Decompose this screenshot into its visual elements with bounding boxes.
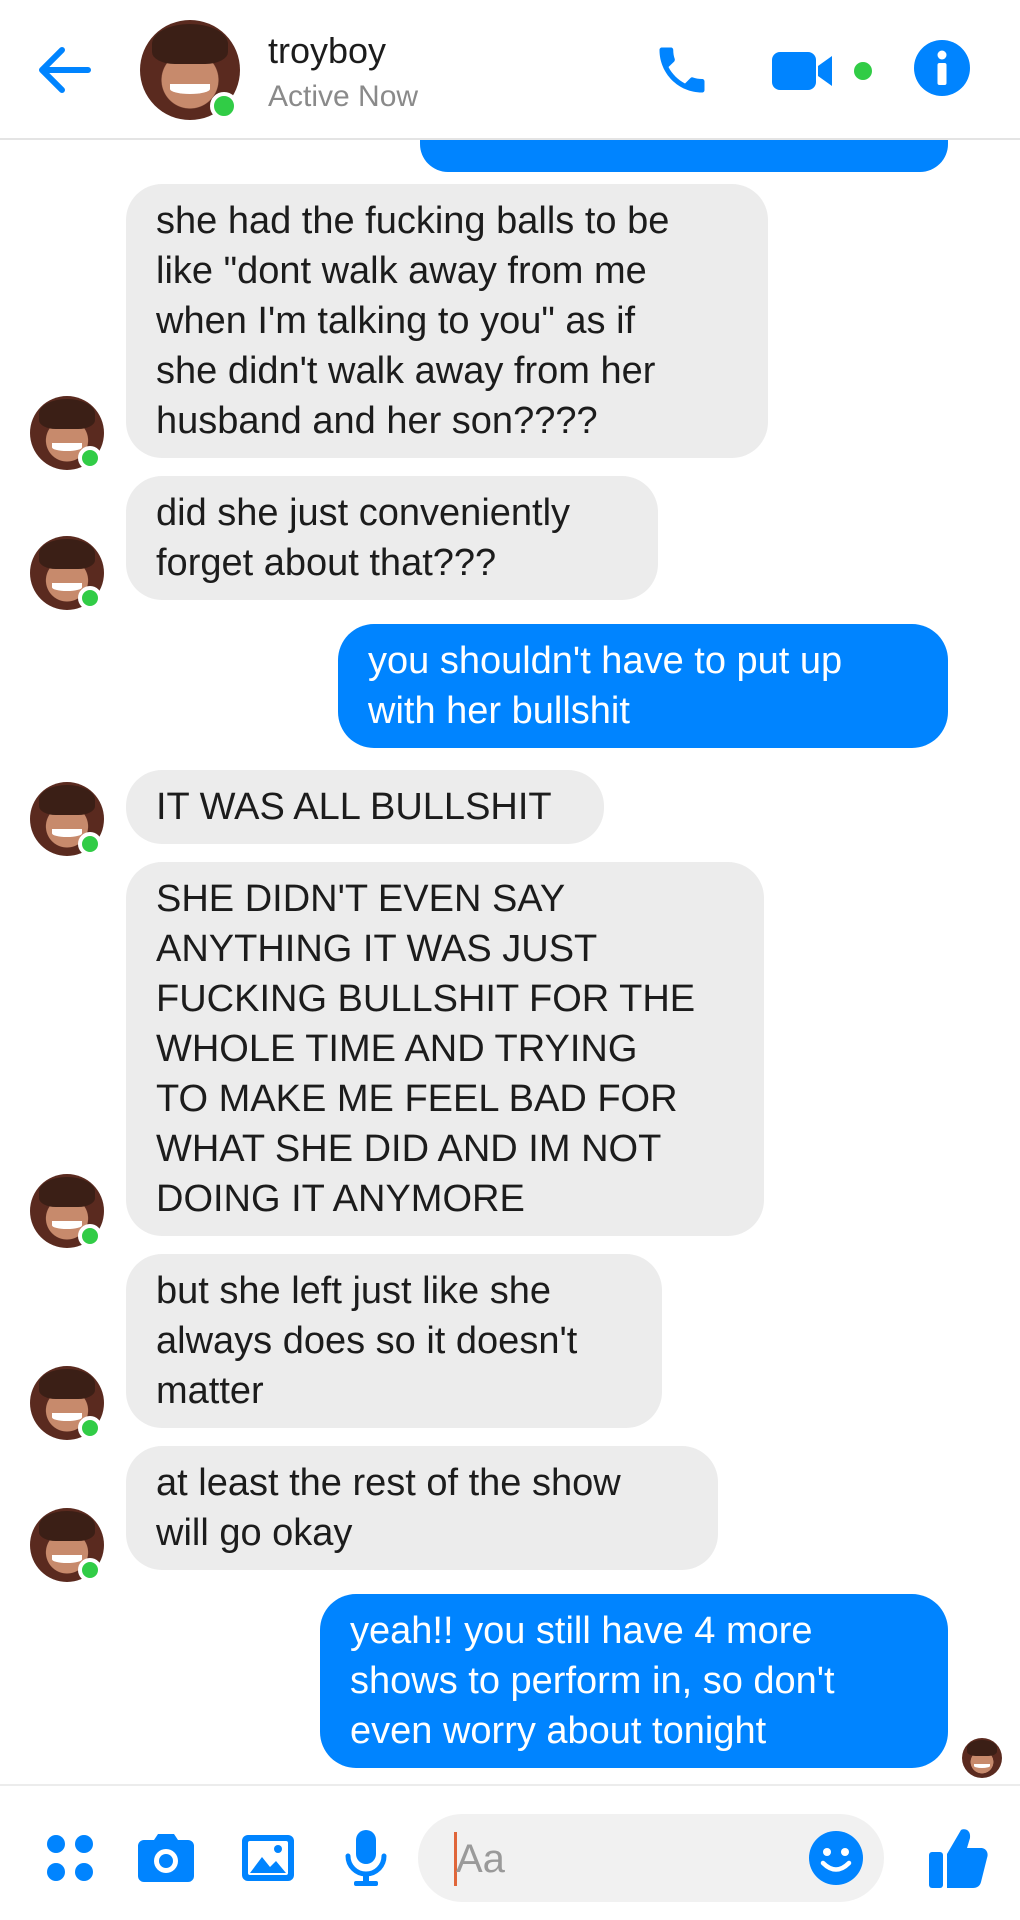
info-icon[interactable] [912,38,972,98]
back-arrow-icon[interactable] [34,40,94,100]
message-outgoing[interactable]: yeah!! you still have 4 more shows to pe… [320,1594,948,1768]
contact-name[interactable]: troyboy [268,30,386,72]
message-input-container[interactable] [418,1814,884,1902]
apps-grid-icon[interactable] [38,1826,102,1890]
seen-receipt-avatar [962,1738,1002,1778]
message-outgoing[interactable]: you shouldn't have to put up with her bu… [338,624,948,748]
message-incoming[interactable]: SHE DIDN'T EVEN SAY ANYTHING IT WAS JUST… [126,862,764,1236]
message-incoming[interactable]: did she just conveniently forget about t… [126,476,658,600]
video-camera-icon[interactable] [770,48,840,94]
online-indicator [78,832,102,856]
message-composer [0,1784,1020,1920]
online-indicator [78,1224,102,1248]
online-indicator [78,1558,102,1582]
message-incoming[interactable]: at least the rest of the show will go ok… [126,1446,718,1570]
message-input[interactable] [456,1834,786,1884]
microphone-icon[interactable] [334,1826,398,1890]
message-incoming[interactable]: she had the fucking balls to be like "do… [126,184,768,458]
online-indicator [78,1416,102,1440]
gallery-icon[interactable] [236,1826,300,1890]
emoji-icon[interactable] [806,1828,866,1888]
message-incoming[interactable]: IT WAS ALL BULLSHIT [126,770,604,844]
camera-icon[interactable] [134,1826,198,1890]
thumbs-up-icon[interactable] [920,1820,996,1896]
online-indicator [78,446,102,470]
contact-status: Active Now [268,80,419,113]
online-indicator [78,586,102,610]
message-incoming[interactable]: but she left just like she always does s… [126,1254,662,1428]
conversation-header: troyboy Active Now [0,0,1020,140]
phone-icon[interactable] [652,40,712,100]
video-active-dot [854,62,872,80]
contact-avatar[interactable] [140,20,240,120]
online-indicator [210,92,238,120]
